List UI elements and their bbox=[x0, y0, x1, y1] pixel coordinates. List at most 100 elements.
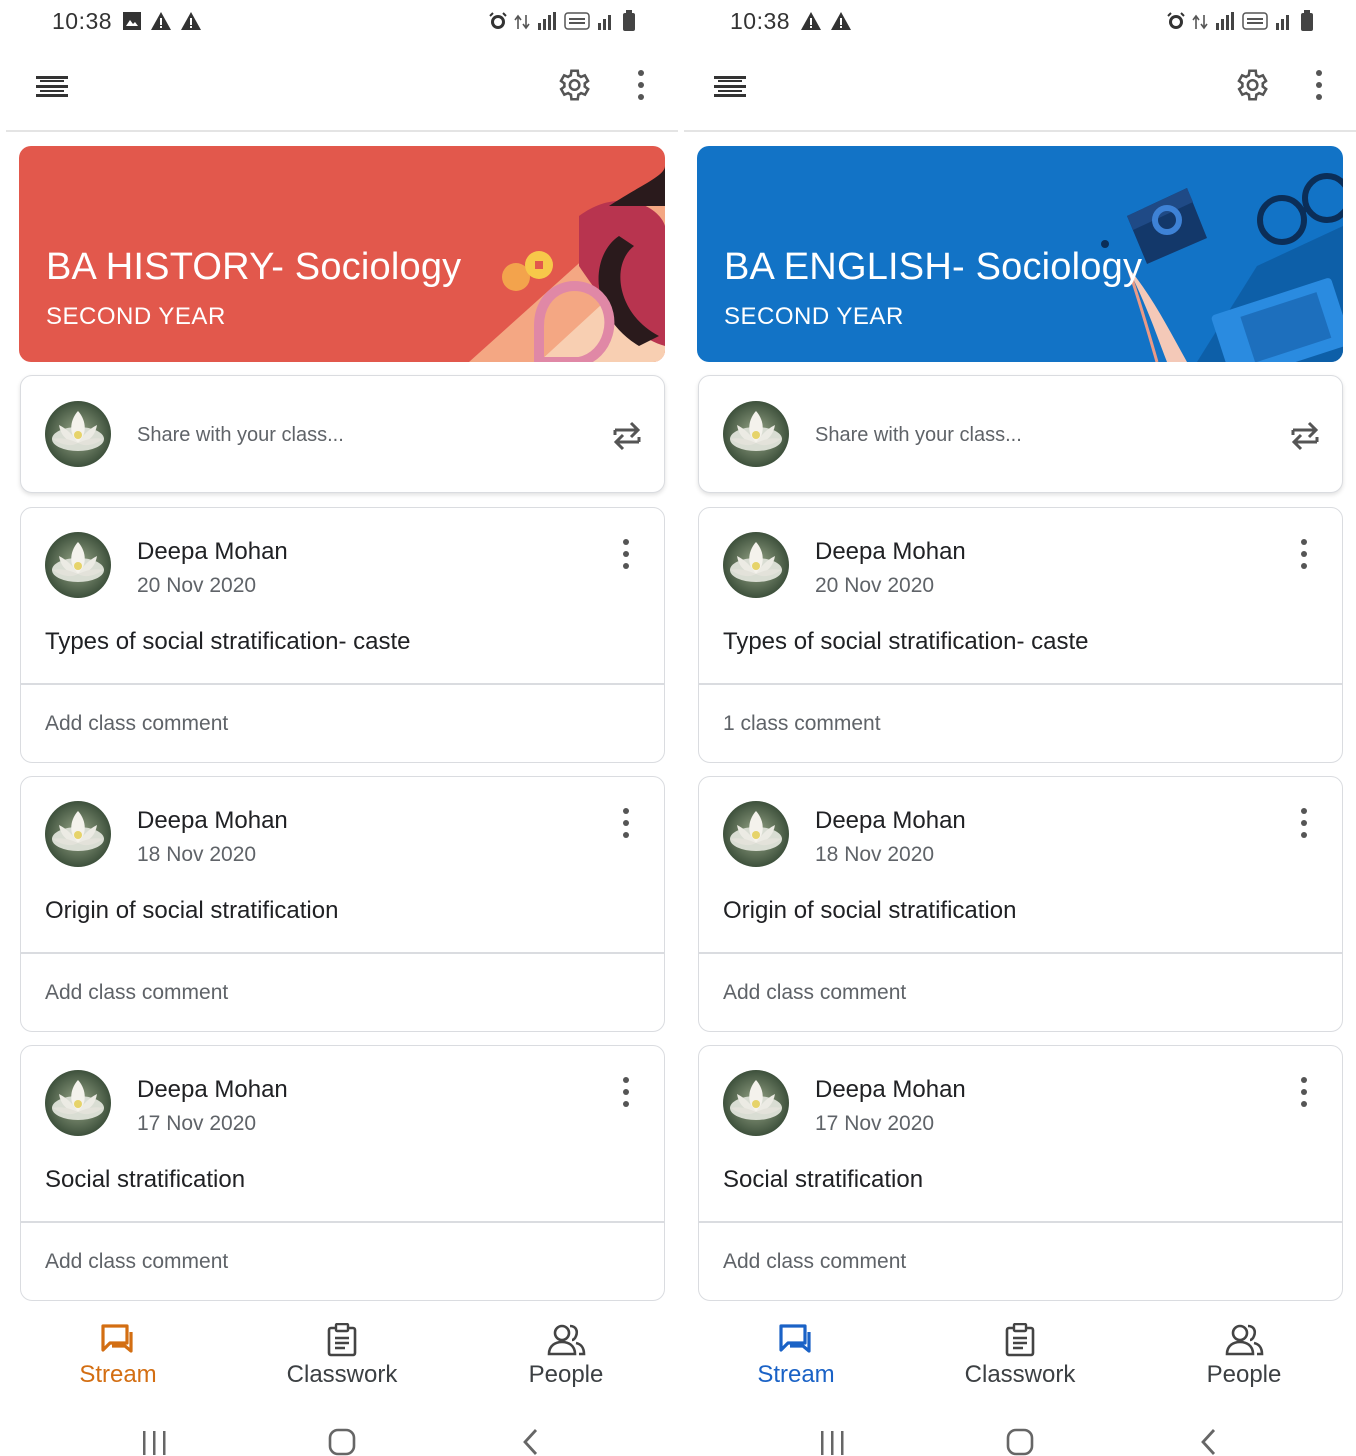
stream-post[interactable]: Deepa Mohan 20 Nov 2020 Types of social … bbox=[20, 507, 665, 763]
menu-icon[interactable] bbox=[36, 74, 68, 100]
tab-people-label: People bbox=[1206, 1361, 1282, 1388]
more-vert-icon[interactable] bbox=[1297, 538, 1311, 570]
avatar bbox=[723, 532, 789, 598]
class-comment-link[interactable]: 1 class comment bbox=[723, 712, 881, 736]
more-vert-icon[interactable] bbox=[632, 68, 650, 102]
avatar bbox=[45, 401, 111, 467]
post-date: 20 Nov 2020 bbox=[137, 574, 257, 597]
avatar bbox=[723, 801, 789, 867]
home-icon[interactable] bbox=[1006, 1428, 1034, 1456]
post-date: 18 Nov 2020 bbox=[815, 843, 935, 866]
stream-icon bbox=[779, 1324, 811, 1353]
divider bbox=[21, 952, 664, 954]
post-date: 17 Nov 2020 bbox=[137, 1112, 257, 1135]
share-with-class-card[interactable]: Share with your class... bbox=[698, 375, 1343, 493]
class-banner[interactable]: BA HISTORY- Sociology SECOND YEAR bbox=[19, 146, 665, 362]
post-title: Types of social stratification- caste bbox=[723, 628, 1089, 655]
tab-people[interactable]: People bbox=[1144, 1323, 1344, 1389]
more-vert-icon[interactable] bbox=[1297, 1076, 1311, 1108]
classwork-icon bbox=[327, 1323, 357, 1357]
warning-icon bbox=[801, 12, 821, 30]
tab-classwork-label: Classwork bbox=[286, 1361, 398, 1388]
stream-post[interactable]: Deepa Mohan 18 Nov 2020 Origin of social… bbox=[20, 776, 665, 1032]
signal-icon bbox=[538, 12, 556, 30]
avatar bbox=[723, 401, 789, 467]
add-comment-link[interactable]: Add class comment bbox=[723, 1250, 906, 1274]
add-comment-link[interactable]: Add class comment bbox=[723, 981, 906, 1005]
repost-icon[interactable] bbox=[611, 416, 643, 454]
more-vert-icon[interactable] bbox=[1310, 68, 1328, 102]
post-title: Origin of social stratification bbox=[723, 897, 1017, 924]
tab-classwork[interactable]: Classwork bbox=[242, 1323, 442, 1389]
stream-post[interactable]: Deepa Mohan 17 Nov 2020 Social stratific… bbox=[698, 1045, 1343, 1301]
back-icon[interactable] bbox=[520, 1428, 542, 1456]
stream-post[interactable]: Deepa Mohan 20 Nov 2020 Types of social … bbox=[698, 507, 1343, 763]
divider bbox=[21, 683, 664, 685]
people-icon bbox=[1225, 1324, 1264, 1356]
warning-icon bbox=[151, 12, 171, 30]
status-bar: 10:38 bbox=[678, 0, 1356, 44]
gallery-icon bbox=[123, 12, 141, 30]
battery-icon bbox=[1301, 10, 1313, 31]
status-time: 10:38 bbox=[52, 8, 113, 34]
class-section: SECOND YEAR bbox=[46, 303, 226, 330]
volte-icon bbox=[1242, 12, 1268, 30]
app-bar bbox=[684, 44, 1356, 132]
post-title: Origin of social stratification bbox=[45, 897, 339, 924]
post-date: 18 Nov 2020 bbox=[137, 843, 257, 866]
post-title: Social stratification bbox=[45, 1166, 246, 1193]
app-bar bbox=[6, 44, 678, 132]
repost-icon[interactable] bbox=[1289, 416, 1321, 454]
recents-icon[interactable] bbox=[818, 1430, 846, 1456]
more-vert-icon[interactable] bbox=[619, 538, 633, 570]
signal-icon bbox=[1216, 12, 1234, 30]
alarm-icon bbox=[489, 12, 507, 29]
gear-icon[interactable] bbox=[554, 66, 592, 104]
post-author: Deepa Mohan bbox=[137, 538, 288, 565]
avatar bbox=[45, 532, 111, 598]
bottom-navigation: Stream Classwork People bbox=[678, 1305, 1356, 1401]
system-navigation-bar bbox=[0, 1404, 678, 1456]
post-author: Deepa Mohan bbox=[137, 807, 288, 834]
menu-icon[interactable] bbox=[714, 74, 746, 100]
tab-stream[interactable]: Stream bbox=[696, 1323, 896, 1389]
gear-icon[interactable] bbox=[1232, 66, 1270, 104]
alarm-icon bbox=[1167, 12, 1185, 29]
tab-people[interactable]: People bbox=[466, 1323, 666, 1389]
add-comment-link[interactable]: Add class comment bbox=[45, 1250, 228, 1274]
volte-icon bbox=[564, 12, 590, 30]
add-comment-link[interactable]: Add class comment bbox=[45, 981, 228, 1005]
stream-post[interactable]: Deepa Mohan 18 Nov 2020 Origin of social… bbox=[698, 776, 1343, 1032]
post-author: Deepa Mohan bbox=[815, 807, 966, 834]
post-title: Social stratification bbox=[723, 1166, 924, 1193]
stream-icon bbox=[101, 1324, 133, 1353]
share-input[interactable]: Share with your class... bbox=[815, 424, 1022, 447]
tab-stream-label: Stream bbox=[79, 1361, 157, 1388]
add-comment-link[interactable]: Add class comment bbox=[45, 712, 228, 736]
class-title: BA ENGLISH- Sociology bbox=[724, 246, 1143, 288]
tab-classwork[interactable]: Classwork bbox=[920, 1323, 1120, 1389]
tab-stream[interactable]: Stream bbox=[18, 1323, 218, 1389]
system-navigation-bar bbox=[678, 1404, 1356, 1456]
battery-icon bbox=[623, 10, 635, 31]
tab-classwork-label: Classwork bbox=[964, 1361, 1076, 1388]
more-vert-icon[interactable] bbox=[619, 1076, 633, 1108]
post-author: Deepa Mohan bbox=[815, 1076, 966, 1103]
back-icon[interactable] bbox=[1198, 1428, 1220, 1456]
warning-icon bbox=[831, 12, 851, 30]
post-date: 17 Nov 2020 bbox=[815, 1112, 935, 1135]
avatar bbox=[45, 801, 111, 867]
stream-post[interactable]: Deepa Mohan 17 Nov 2020 Social stratific… bbox=[20, 1045, 665, 1301]
data-arrows-icon bbox=[1192, 14, 1208, 30]
share-input[interactable]: Share with your class... bbox=[137, 424, 344, 447]
home-icon[interactable] bbox=[328, 1428, 356, 1456]
class-banner[interactable]: BA ENGLISH- Sociology SECOND YEAR bbox=[697, 146, 1343, 362]
signal-icon bbox=[1276, 15, 1289, 30]
share-with-class-card[interactable]: Share with your class... bbox=[20, 375, 665, 493]
more-vert-icon[interactable] bbox=[619, 807, 633, 839]
phone-screen-history: 10:38 BA HISTORY- Sociology SECOND YEAR … bbox=[0, 0, 678, 1456]
divider bbox=[21, 1221, 664, 1223]
divider bbox=[699, 683, 1342, 685]
more-vert-icon[interactable] bbox=[1297, 807, 1311, 839]
recents-icon[interactable] bbox=[140, 1430, 168, 1456]
